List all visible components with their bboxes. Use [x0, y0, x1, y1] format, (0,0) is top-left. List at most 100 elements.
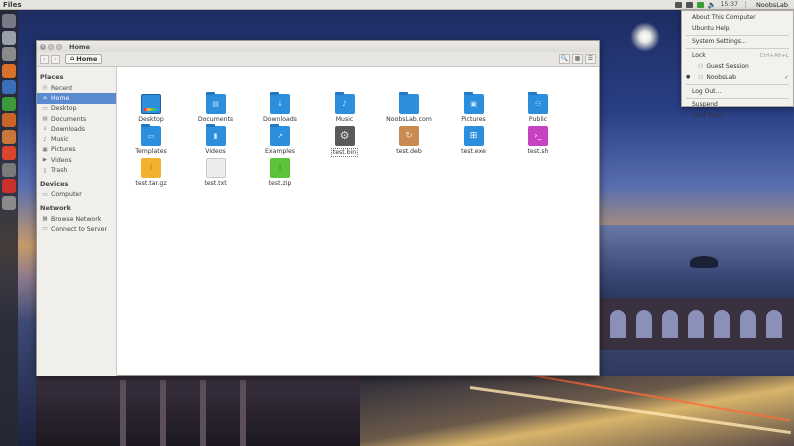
- sidebar-heading: Network: [40, 203, 71, 212]
- sidebar-item-browse-network[interactable]: ▦ Browse Network: [37, 214, 116, 224]
- music-icon: ♪: [43, 136, 47, 143]
- file-item[interactable]: ♪ Music: [313, 92, 377, 126]
- menu-item-log-out[interactable]: Log Out...: [682, 86, 793, 97]
- menu-item-about-this-computer[interactable]: About This Computer: [682, 12, 793, 23]
- file-item[interactable]: ↓ Downloads: [248, 92, 312, 126]
- menu-item-noobslab[interactable]: ● ⚇ NoobsLab ✓: [682, 72, 793, 83]
- file-item[interactable]: ⁝ test.tar.gz: [119, 158, 183, 190]
- keyboard-icon[interactable]: [674, 1, 682, 8]
- folder-glyph-icon: ▮: [213, 132, 218, 140]
- libreoffice-impress-icon[interactable]: [2, 113, 16, 127]
- file-name: NoobsLab.com: [386, 116, 432, 123]
- wallpaper-column: [160, 380, 166, 446]
- messaging-icon[interactable]: [685, 1, 693, 8]
- menu-item-guest-session[interactable]: ⚇ Guest Session: [682, 61, 793, 72]
- minimize-button[interactable]: [48, 43, 54, 50]
- downloads-icon: ↓: [42, 126, 48, 133]
- path-home-button[interactable]: ⌂ Home: [65, 54, 103, 64]
- sidebar-item-documents[interactable]: ▤ Documents: [37, 114, 116, 124]
- menu-item-lock[interactable]: Lock Ctrl+Alt+L: [682, 50, 793, 61]
- trash-icon[interactable]: [2, 195, 16, 210]
- sidebar-item-computer[interactable]: ▭ Computer: [37, 190, 116, 200]
- software-center-icon[interactable]: [2, 129, 16, 144]
- folder-glyph-icon: ▤: [212, 100, 219, 108]
- folder-glyph-icon: ↓: [277, 100, 283, 108]
- folder-file-icon: ▣: [463, 92, 484, 114]
- file-item[interactable]: ↻ test.deb: [377, 126, 441, 158]
- workspace-icon[interactable]: [2, 30, 16, 45]
- dash-icon[interactable]: [2, 14, 16, 28]
- back-button[interactable]: ‹: [40, 54, 49, 64]
- maximize-button[interactable]: [56, 43, 62, 50]
- sidebar-item-desktop[interactable]: ▭ Desktop: [37, 104, 116, 114]
- menu-separator: [686, 97, 789, 99]
- sidebar-item-label: Documents: [51, 115, 87, 123]
- toolbar: ‹ › ⌂ Home 🔍 ▦ ☰: [37, 52, 599, 67]
- file-item[interactable]: ▭ Templates: [119, 124, 183, 158]
- file-name: test.bin: [330, 148, 359, 157]
- file-name: Examples: [264, 148, 296, 155]
- sidebar-item-connect-to-server[interactable]: ▭ Connect to Server: [37, 224, 116, 234]
- desktop-file-icon: [141, 94, 161, 114]
- folder-glyph-icon: ▭: [147, 132, 155, 140]
- menu-item-ubuntu-help[interactable]: Ubuntu Help: [682, 23, 793, 34]
- launcher: [0, 10, 18, 446]
- toolbar-right: 🔍 ▦ ☰: [559, 54, 596, 64]
- menu-item-label: Log Out...: [692, 87, 722, 95]
- file-item[interactable]: ⚙ test.bin: [313, 126, 377, 158]
- session-menu: About This Computer Ubuntu Help System Set…: [681, 10, 794, 119]
- user-name[interactable]: NoobsLab: [753, 1, 791, 9]
- firefox-icon[interactable]: [2, 63, 16, 78]
- sidebar-item-music[interactable]: ♪ Music: [37, 134, 116, 144]
- file-item[interactable]: ▤ Documents: [184, 92, 248, 126]
- flash-drive-icon[interactable]: [2, 179, 16, 193]
- menu-item-shut-down[interactable]: Shut Down...: [682, 110, 793, 121]
- file-item[interactable]: ⚇ Public: [506, 92, 570, 126]
- menu-item-system-settings[interactable]: System Settings...: [682, 37, 793, 48]
- clock[interactable]: 15:37: [721, 1, 738, 8]
- file-item[interactable]: ›_ test.sh: [506, 126, 570, 158]
- app-title: Files: [3, 0, 22, 9]
- file-item[interactable]: test.txt: [184, 158, 248, 190]
- file-item[interactable]: Desktop: [119, 94, 183, 126]
- settings-icon[interactable]: [2, 162, 16, 177]
- session-icon[interactable]: ⋮: [742, 1, 749, 9]
- sidebar-item-videos[interactable]: ▶ Videos: [37, 155, 116, 165]
- sidebar-item-trash[interactable]: ▯ Trash: [37, 165, 116, 175]
- server-icon: ▭: [42, 226, 48, 233]
- file-item[interactable]: ▮ Videos: [184, 124, 248, 158]
- file-item[interactable]: NoobsLab.com: [377, 92, 441, 126]
- sidebar-item-label: Recent: [51, 84, 73, 92]
- sidebar-item-recent[interactable]: ◷ Recent: [37, 83, 116, 93]
- ubuntu-one-icon[interactable]: [2, 146, 16, 160]
- file-item[interactable]: ▣ Pictures: [442, 92, 506, 126]
- sidebar-item-label: Connect to Server: [51, 225, 108, 233]
- volume-icon[interactable]: 🔈: [708, 1, 717, 9]
- battery-icon[interactable]: [696, 1, 704, 8]
- window-titlebar[interactable]: × Home: [37, 41, 599, 52]
- file-grid: Desktop ▤ Documents ↓ Downloads ♪ Music NoobsLa…: [117, 67, 599, 376]
- file-item[interactable]: ⁝ test.zip: [248, 158, 312, 190]
- libreoffice-calc-icon[interactable]: [2, 96, 16, 111]
- sidebar-item-pictures[interactable]: ▣ Pictures: [37, 145, 116, 155]
- menu-item-label: NoobsLab: [706, 73, 736, 81]
- menu-item-label: Guest Session: [706, 63, 749, 71]
- forward-button[interactable]: ›: [51, 54, 60, 64]
- libreoffice-writer-icon[interactable]: [2, 80, 16, 94]
- zip-file-icon: ⁝: [270, 158, 290, 178]
- list-view-icon[interactable]: ☰: [585, 54, 596, 64]
- sidebar-item-label: Desktop: [51, 105, 77, 113]
- file-item[interactable]: ⊞ test.exe: [442, 126, 506, 158]
- file-name: test.deb: [396, 148, 422, 155]
- wallpaper-rock: [690, 256, 718, 268]
- top-panel: Files 🔈 15:37 ⋮ NoobsLab: [0, 0, 794, 10]
- grid-view-icon[interactable]: ▦: [572, 54, 583, 64]
- close-button[interactable]: ×: [40, 43, 46, 50]
- search-icon[interactable]: 🔍: [559, 54, 570, 64]
- menu-item-suspend[interactable]: Suspend: [682, 100, 793, 111]
- sidebar-item-home[interactable]: ⌂ Home: [37, 93, 116, 104]
- sidebar-item-downloads[interactable]: ↓ Downloads: [37, 124, 116, 134]
- file-item[interactable]: ↗ Examples: [248, 124, 312, 158]
- file-name: Public: [528, 116, 548, 123]
- files-icon[interactable]: [2, 47, 16, 61]
